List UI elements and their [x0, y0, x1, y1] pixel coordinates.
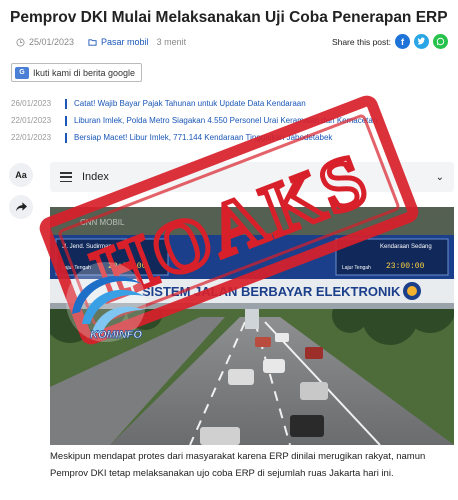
google-news-icon: G	[15, 66, 29, 79]
sign-left-top: Jl. Jend. Sudirman	[62, 244, 112, 250]
twitter-icon[interactable]	[414, 34, 429, 49]
list-item: 22/01/2023 Bersiap Macet! Libur Imlek, 7…	[11, 129, 451, 146]
list-icon	[60, 172, 72, 182]
category-link[interactable]: Pasar mobil	[101, 37, 149, 47]
sign-left-lane: Lajur Tengah	[62, 265, 91, 271]
article-date: 25/01/2023	[29, 37, 75, 47]
share-arrow-button[interactable]	[9, 195, 33, 219]
share-bar: Share this post: f	[332, 34, 448, 49]
share-label: Share this post:	[331, 36, 391, 47]
google-news-button[interactable]: G Ikuti kami di berita google	[11, 63, 143, 82]
index-label: Index	[82, 171, 109, 183]
list-item: 26/01/2023 Catat! Wajib Bayar Pajak Tahu…	[11, 95, 451, 112]
related-date: 22/01/2023	[11, 116, 52, 125]
article-caption: Meskipun mendapat protes dari masyarakat…	[50, 451, 426, 479]
related-divider	[65, 98, 67, 109]
article-photo: Jl. Jend. Sudirman Lajur Tengah 23:00:00…	[50, 207, 454, 445]
related-link[interactable]: Liburan Imlek, Polda Metro Siagakan 4.55…	[74, 116, 377, 125]
table-of-contents-toggle[interactable]: Index ⌄	[50, 162, 454, 192]
photo-watermark: CNN MOBIL	[80, 218, 125, 227]
clock-icon	[16, 37, 25, 47]
related-divider	[65, 132, 67, 143]
article-title: Pemprov DKI Mulai Melaksanakan Uji Coba …	[10, 9, 448, 26]
side-tools: Aa	[9, 163, 33, 219]
related-date: 26/01/2023	[11, 99, 52, 108]
sign-left-time: 23:00:00	[108, 262, 147, 271]
facebook-icon[interactable]: f	[395, 34, 410, 49]
read-time: 3 menit	[156, 37, 187, 47]
list-item: 22/01/2023 Liburan Imlek, Polda Metro Si…	[11, 112, 451, 129]
font-size-label: Aa	[15, 170, 27, 180]
related-link[interactable]: Bersiap Macet! Libur Imlek, 771.144 Kend…	[74, 133, 332, 142]
related-date: 22/01/2023	[11, 133, 52, 142]
related-link[interactable]: Catat! Wajib Bayar Pajak Tahunan untuk U…	[74, 99, 306, 108]
related-articles: 26/01/2023 Catat! Wajib Bayar Pajak Tahu…	[11, 95, 451, 146]
whatsapp-icon[interactable]	[433, 34, 448, 49]
sign-right-top: Kendaraan Sedang	[380, 244, 432, 250]
chevron-down-icon: ⌄	[435, 171, 444, 183]
font-size-button[interactable]: Aa	[9, 163, 33, 187]
article-meta: 25/01/2023 Pasar mobil 3 menit	[16, 37, 186, 47]
gantry-text: SISTEM JALAN BERBAYAR ELEKTRONIK	[142, 284, 401, 299]
share-arrow-icon	[15, 202, 27, 212]
sign-right-time: 23:00:00	[386, 262, 425, 271]
related-divider	[65, 115, 67, 126]
sign-right-lane: Lajur Tengah	[342, 265, 371, 271]
folder-icon	[88, 38, 97, 46]
google-news-label: Ikuti kami di berita google	[33, 67, 136, 78]
